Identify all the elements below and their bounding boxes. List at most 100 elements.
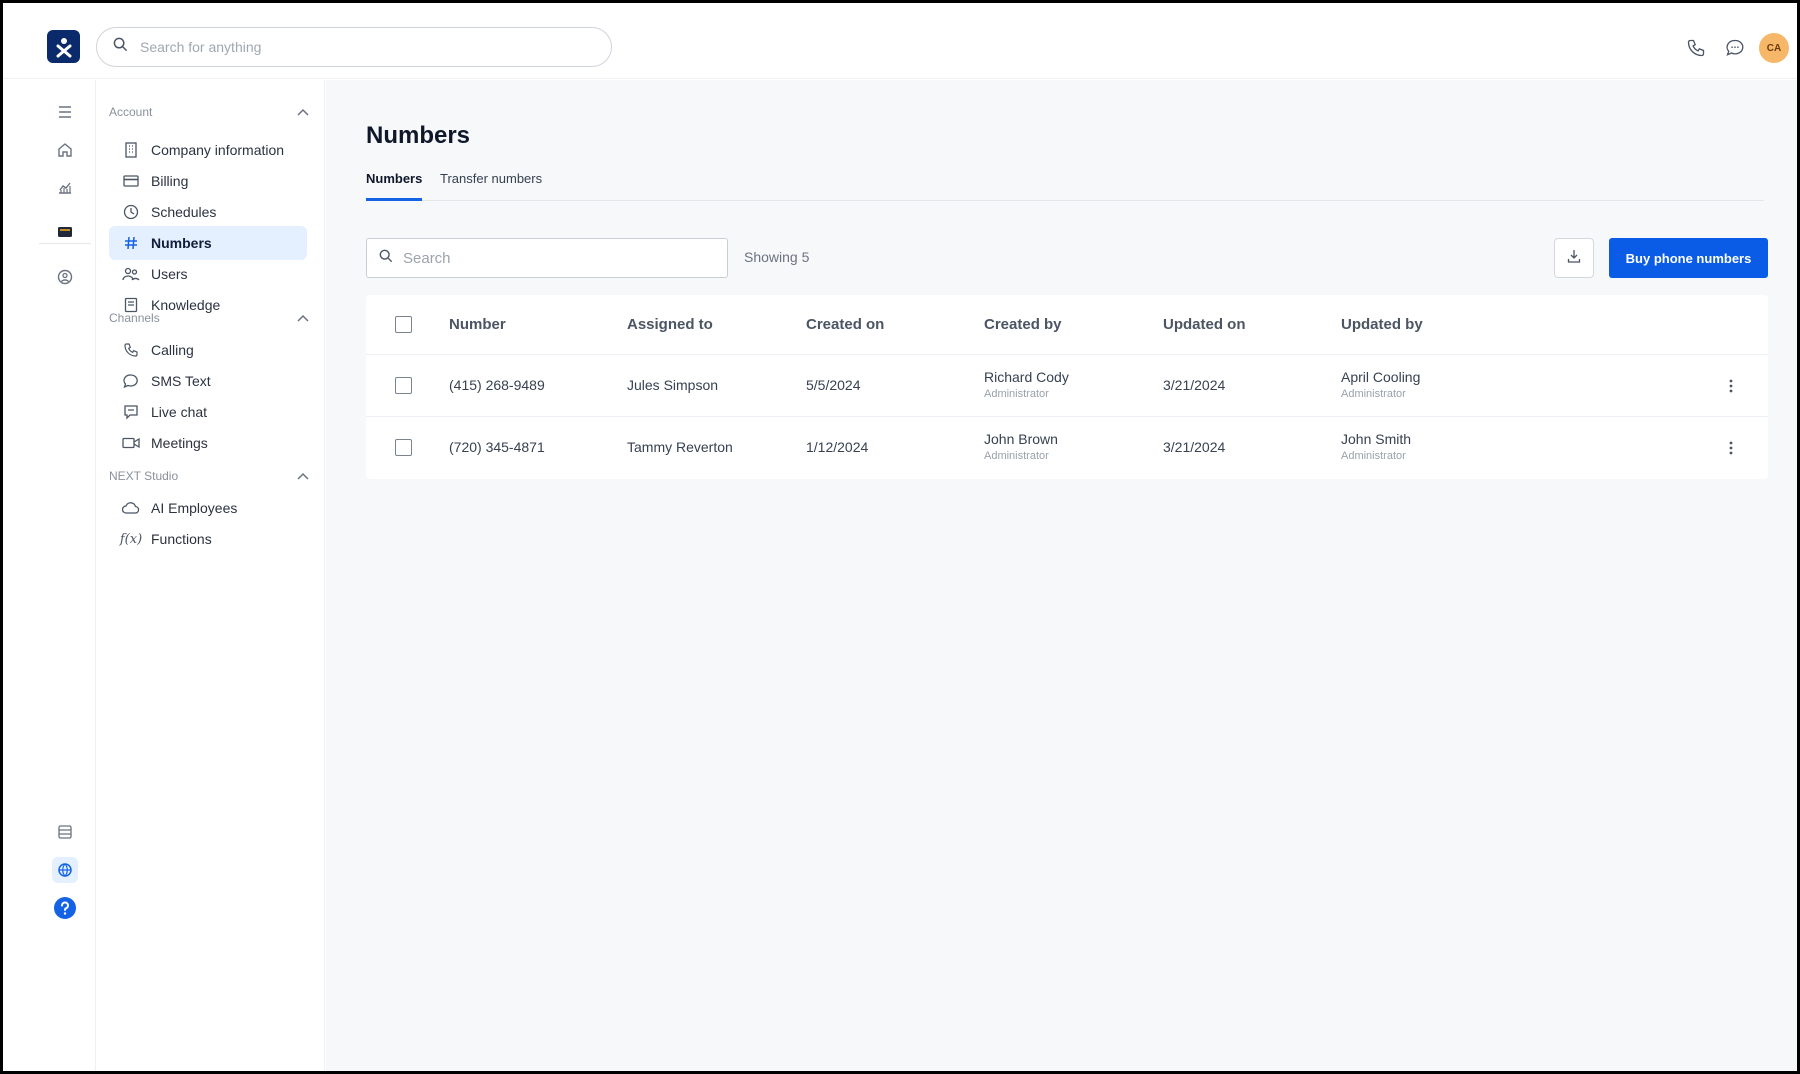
column-header-updated-by[interactable]: Updated by — [1341, 316, 1423, 333]
cell-number: (720) 345-4871 — [449, 439, 545, 455]
sidebar-section-next-studio[interactable]: NEXT Studio — [109, 466, 309, 486]
sidebar-item-ai-employees[interactable]: AI Employees — [109, 491, 307, 525]
sidebar-item-calling[interactable]: Calling — [109, 333, 307, 367]
search-icon — [379, 249, 393, 268]
top-bar: CA — [3, 3, 1797, 79]
cell-updated-by: April Cooling Administrator — [1341, 369, 1420, 400]
sidebar-item-company-information[interactable]: Company information — [109, 133, 307, 167]
tab-transfer-numbers[interactable]: Transfer numbers — [440, 171, 542, 201]
main-content: Numbers Numbers Transfer numbers Showing… — [326, 80, 1797, 1071]
sidebar-item-functions[interactable]: f(x) Functions — [109, 522, 307, 556]
numbers-search-input[interactable] — [403, 249, 703, 267]
sidebar-item-meetings[interactable]: Meetings — [109, 426, 307, 460]
sidebar-item-label: Users — [151, 266, 188, 282]
function-icon: f(x) — [119, 531, 143, 547]
numbers-table: Number Assigned to Created on Created by… — [366, 295, 1768, 479]
chevron-up-icon[interactable] — [297, 311, 309, 325]
numbers-search[interactable] — [366, 238, 728, 278]
cell-created-by: Richard Cody Administrator — [984, 369, 1069, 400]
tab-numbers[interactable]: Numbers — [366, 171, 423, 201]
table-row[interactable]: (720) 345-4871 Tammy Reverton 1/12/2024 … — [366, 417, 1768, 479]
table-header: Number Assigned to Created on Created by… — [366, 295, 1768, 355]
cell-number: (415) 268-9489 — [449, 377, 545, 393]
column-header-assigned-to[interactable]: Assigned to — [627, 316, 713, 333]
sidebar-item-label: Schedules — [151, 204, 217, 220]
table-row[interactable]: (415) 268-9489 Jules Simpson 5/5/2024 Ri… — [366, 355, 1768, 417]
sidebar-section-title: Channels — [109, 311, 160, 325]
sidebar-section-account[interactable]: Account — [109, 102, 309, 122]
video-icon — [121, 433, 141, 453]
created-by-name: John Brown — [984, 431, 1058, 447]
sidebar-item-users[interactable]: Users — [109, 257, 307, 291]
database-icon[interactable] — [52, 819, 78, 845]
building-icon — [121, 140, 141, 160]
row-checkbox[interactable] — [395, 377, 412, 394]
global-search-input[interactable] — [140, 39, 560, 55]
settings-sidebar: Account Company information Billing Sche… — [97, 80, 325, 1071]
home-icon[interactable] — [52, 137, 78, 163]
sidebar-item-label: Calling — [151, 342, 194, 358]
sidebar-item-numbers[interactable]: Numbers — [109, 226, 307, 260]
sidebar-item-sms-text[interactable]: SMS Text — [109, 364, 307, 398]
chat-icon[interactable] — [1724, 37, 1746, 59]
sms-icon — [121, 371, 141, 391]
sidebar-item-label: Numbers — [151, 235, 212, 251]
download-icon — [1567, 249, 1581, 268]
ai-cloud-icon — [121, 498, 141, 518]
created-by-role: Administrator — [984, 388, 1049, 400]
credit-card-icon — [121, 171, 141, 191]
contacts-icon[interactable] — [52, 264, 78, 290]
cell-created-on: 1/12/2024 — [806, 439, 869, 455]
sidebar-item-label: Meetings — [151, 435, 208, 451]
buy-phone-numbers-button[interactable]: Buy phone numbers — [1609, 238, 1768, 278]
global-search[interactable] — [96, 27, 612, 67]
rail-divider — [39, 243, 91, 244]
row-checkbox[interactable] — [395, 439, 412, 456]
result-count: Showing 5 — [744, 249, 810, 265]
select-all-checkbox[interactable] — [395, 316, 412, 333]
phone-icon[interactable] — [1685, 37, 1707, 59]
updated-by-role: Administrator — [1341, 450, 1406, 462]
more-options-icon[interactable] — [1726, 377, 1736, 395]
hash-icon — [121, 233, 141, 253]
cell-created-on: 5/5/2024 — [806, 377, 861, 393]
more-options-icon[interactable] — [1726, 439, 1736, 457]
live-chat-icon — [121, 402, 141, 422]
menu-icon[interactable] — [52, 99, 78, 125]
column-header-created-on[interactable]: Created on — [806, 316, 884, 333]
sidebar-item-label: SMS Text — [151, 373, 211, 389]
created-by-role: Administrator — [984, 450, 1049, 462]
tab-bar: Numbers Transfer numbers — [366, 171, 1764, 201]
chevron-up-icon[interactable] — [297, 469, 309, 483]
user-avatar[interactable]: CA — [1759, 33, 1789, 63]
icon-rail — [33, 80, 96, 1071]
sidebar-item-label: Company information — [151, 142, 285, 158]
clock-icon — [121, 202, 141, 222]
column-header-updated-on[interactable]: Updated on — [1163, 316, 1246, 333]
sidebar-item-schedules[interactable]: Schedules — [109, 195, 307, 229]
phone-icon — [121, 340, 141, 360]
chevron-up-icon[interactable] — [297, 105, 309, 119]
logo-icon[interactable] — [47, 30, 80, 63]
column-header-created-by[interactable]: Created by — [984, 316, 1062, 333]
updated-by-name: John Smith — [1341, 431, 1412, 447]
sidebar-item-live-chat[interactable]: Live chat — [109, 395, 307, 429]
help-icon[interactable] — [52, 895, 78, 921]
users-icon — [121, 264, 141, 284]
page-title: Numbers — [366, 122, 471, 149]
sidebar-item-label: AI Employees — [151, 500, 238, 516]
wallet-icon[interactable] — [52, 219, 78, 245]
column-header-number[interactable]: Number — [449, 316, 506, 333]
analytics-icon[interactable] — [52, 174, 78, 200]
sidebar-section-channels[interactable]: Channels — [109, 308, 309, 328]
updated-by-name: April Cooling — [1341, 369, 1421, 385]
sidebar-item-billing[interactable]: Billing — [109, 164, 307, 198]
app-window: CA Account — [3, 3, 1797, 1071]
cell-updated-on: 3/21/2024 — [1163, 377, 1226, 393]
search-icon — [113, 37, 128, 57]
cell-updated-by: John Smith Administrator — [1341, 431, 1411, 462]
download-button[interactable] — [1554, 238, 1594, 278]
settings-globe-icon[interactable] — [52, 857, 78, 883]
sidebar-item-label: Live chat — [151, 404, 208, 420]
cell-assigned-to: Tammy Reverton — [627, 439, 733, 455]
